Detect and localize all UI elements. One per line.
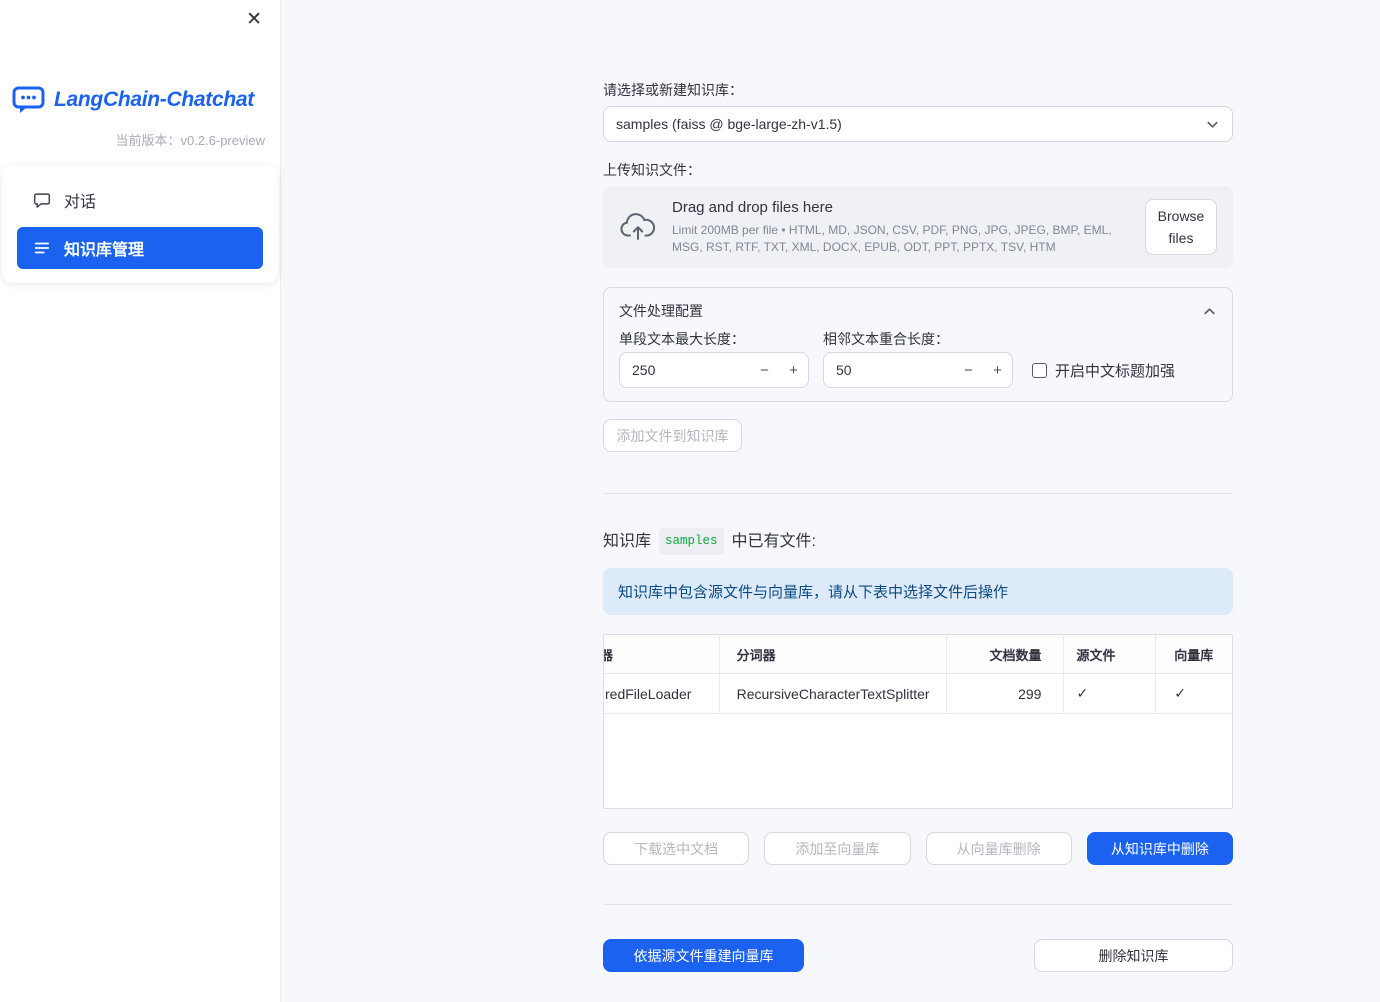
sidebar-item-label: 对话 — [64, 194, 97, 211]
overlap-size-input[interactable]: 50 − + — [823, 352, 1013, 388]
zh-title-enhance-label: 开启中文标题加强 — [1055, 362, 1176, 380]
sidebar: ✕ LangChain-Chatchat 当前版本：v0.2.6-preview… — [0, 0, 280, 1002]
chunk-size-input[interactable]: 250 − + — [619, 352, 809, 388]
kb-files-table[interactable]: 器 分词器 文档数量 源文件 向量库 redFileLoader Recursi… — [603, 634, 1233, 809]
delete-from-kb-button[interactable]: 从知识库中删除 — [1086, 832, 1233, 865]
column-header-loader: 器 — [604, 635, 720, 673]
divider — [603, 493, 1233, 494]
sidebar-menu: 对话 知识库管理 — [2, 165, 278, 283]
overlap-size-label: 相邻文本重合长度： — [823, 331, 949, 347]
kb-prefix-text: 知识库 — [603, 533, 652, 550]
cloud-upload-icon — [619, 212, 657, 242]
vector-store-check-cell[interactable]: ✓ — [1156, 674, 1232, 713]
sidebar-item-chat[interactable]: 对话 — [17, 179, 263, 221]
upload-label: 上传知识文件： — [603, 162, 701, 178]
overlap-size-value: 50 — [836, 362, 852, 378]
kb-select-value: samples (faiss @ bge-large-zh-v1.5) — [616, 116, 842, 132]
chunk-size-label: 单段文本最大长度： — [619, 331, 745, 347]
overlap-size-group: 相邻文本重合长度： 50 − + — [823, 329, 1013, 388]
content-column: 请选择或新建知识库： samples (faiss @ bge-large-zh… — [603, 0, 1233, 972]
table-header-row: 器 分词器 文档数量 源文件 向量库 — [604, 635, 1232, 674]
version-label: 当前版本： — [115, 133, 181, 148]
chunk-size-increment-button[interactable]: + — [779, 353, 808, 387]
chunk-size-decrement-button[interactable]: − — [750, 353, 779, 387]
file-config-expander: 文件处理配置 单段文本最大长度： 250 − + 相邻文本重合长度： 50 − … — [603, 287, 1233, 402]
main-area: 请选择或新建知识库： samples (faiss @ bge-large-zh… — [280, 0, 1380, 1002]
splitter-cell[interactable]: RecursiveCharacterTextSplitter — [720, 674, 947, 713]
browse-files-button[interactable]: Browse files — [1145, 198, 1217, 256]
kb-suffix-text: 中已有文件: — [731, 533, 816, 550]
info-banner-text: 知识库中包含源文件与向量库，请从下表中选择文件后操作 — [618, 584, 1009, 601]
table-row[interactable]: redFileLoader RecursiveCharacterTextSpli… — [604, 674, 1232, 714]
kb-select[interactable]: samples (faiss @ bge-large-zh-v1.5) — [603, 106, 1233, 142]
uploader-text: Drag and drop files here Limit 200MB per… — [672, 199, 1130, 254]
loader-cell[interactable]: redFileLoader — [604, 674, 720, 713]
checkbox-box-icon — [1032, 362, 1047, 378]
overlap-size-increment-button[interactable]: + — [983, 353, 1012, 387]
kb-select-label: 请选择或新建知识库： — [603, 82, 743, 98]
expander-header[interactable]: 文件处理配置 — [619, 288, 1217, 326]
delete-from-vector-store-button[interactable]: 从向量库删除 — [925, 832, 1072, 865]
divider — [603, 904, 1233, 905]
app-title: LangChain-Chatchat — [54, 88, 254, 111]
table-empty-area — [604, 714, 1232, 808]
column-header-splitter: 分词器 — [720, 635, 947, 673]
rebuild-vector-store-button[interactable]: 依据源文件重建向量库 — [603, 939, 804, 972]
chunk-size-value: 250 — [632, 362, 656, 378]
source-file-check-cell[interactable]: ✓ — [1064, 674, 1157, 713]
chunk-size-group: 单段文本最大长度： 250 − + — [619, 329, 809, 388]
version-text: 当前版本：v0.2.6-preview — [0, 130, 280, 149]
logo-chat-icon — [12, 86, 45, 114]
version-value: v0.2.6-preview — [180, 133, 265, 148]
doc-count-cell[interactable]: 299 — [947, 674, 1065, 713]
app-logo: LangChain-Chatchat — [12, 86, 280, 114]
delete-kb-button[interactable]: 删除知识库 — [1034, 939, 1233, 972]
expander-body: 单段文本最大长度： 250 − + 相邻文本重合长度： 50 − + 开启中文标… — [619, 329, 1217, 388]
existing-files-heading: 知识库 samples 中已有文件: — [603, 528, 1233, 555]
column-header-vector-store: 向量库 — [1174, 647, 1214, 663]
sidebar-item-knowledge-base[interactable]: 知识库管理 — [17, 227, 263, 269]
info-banner: 知识库中包含源文件与向量库，请从下表中选择文件后操作 — [603, 568, 1233, 615]
chat-bubble-icon — [33, 191, 51, 209]
file-actions-row: 下载选中文档 添加至向量库 从向量库删除 从知识库中删除 — [603, 832, 1233, 865]
drag-drop-text: Drag and drop files here — [672, 199, 833, 217]
column-header-doc-count: 文档数量 — [947, 635, 1065, 673]
expander-title: 文件处理配置 — [619, 303, 703, 319]
chevron-up-icon — [1202, 304, 1217, 319]
kb-footer-actions: 依据源文件重建向量库 删除知识库 — [603, 939, 1233, 972]
zh-title-enhance-checkbox[interactable]: 开启中文标题加强 — [1032, 352, 1175, 388]
download-selected-button[interactable]: 下载选中文档 — [603, 832, 750, 865]
column-header-source-file: 源文件 — [1064, 635, 1157, 673]
upload-limit-text: Limit 200MB per file • HTML, MD, JSON, C… — [672, 223, 1112, 254]
file-uploader-dropzone[interactable]: Drag and drop files here Limit 200MB per… — [603, 186, 1233, 268]
chevron-down-icon — [1205, 117, 1220, 132]
add-to-vector-store-button[interactable]: 添加至向量库 — [764, 832, 911, 865]
add-files-to-kb-button[interactable]: 添加文件到知识库 — [603, 419, 742, 452]
overlap-size-decrement-button[interactable]: − — [954, 353, 983, 387]
close-sidebar-button[interactable]: ✕ — [240, 6, 268, 33]
knowledge-base-icon — [33, 239, 51, 257]
kb-name-code: samples — [659, 528, 724, 555]
sidebar-item-label: 知识库管理 — [64, 242, 145, 259]
